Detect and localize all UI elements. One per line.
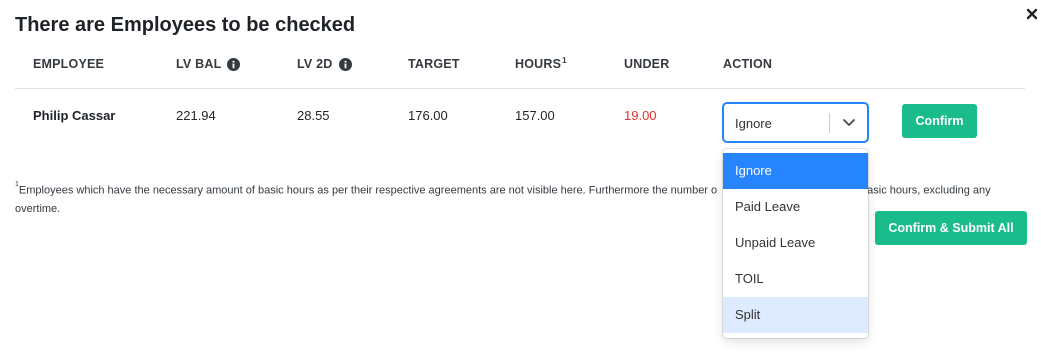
info-circle-icon[interactable] (227, 57, 241, 71)
header-lv-2d: LV 2D (297, 57, 352, 71)
cell-hours: 157.00 (515, 108, 555, 123)
option-toil[interactable]: TOIL (723, 261, 868, 297)
footnote-text-tail: asic hours, excluding any (867, 184, 991, 197)
footnote-marker: 1 (15, 181, 19, 188)
select-separator (829, 113, 830, 133)
header-action: ACTION (723, 57, 773, 71)
table-divider (15, 88, 1025, 89)
cell-lv-2d: 28.55 (297, 108, 330, 123)
header-employee: EMPLOYEE (33, 57, 105, 71)
option-unpaid-leave[interactable]: Unpaid Leave (723, 225, 868, 261)
confirm-button[interactable]: Confirm (902, 104, 977, 138)
footnote-marker: 1 (562, 55, 567, 65)
cell-lv-bal: 221.94 (176, 108, 216, 123)
info-circle-icon[interactable] (338, 57, 352, 71)
header-lv-bal: LV BAL (176, 57, 241, 71)
modal-title: There are Employees to be checked (15, 14, 356, 36)
cell-target: 176.00 (408, 108, 448, 123)
header-hours: HOURS 1 (515, 55, 567, 72)
chevron-down-icon[interactable] (841, 116, 857, 130)
action-select-value: Ignore (735, 116, 772, 131)
footnote-text-line2: overtime. (15, 202, 61, 215)
cell-under: 19.00 (624, 108, 657, 123)
option-paid-leave[interactable]: Paid Leave (723, 189, 868, 225)
option-split[interactable]: Split (723, 297, 868, 333)
option-ignore[interactable]: Ignore (723, 153, 868, 189)
header-under: UNDER (624, 57, 670, 71)
action-dropdown-menu: Ignore Paid Leave Unpaid Leave TOIL Spli… (723, 149, 868, 338)
close-icon[interactable] (1024, 6, 1040, 22)
footnote-text: Employees which have the necessary amoun… (18, 184, 718, 197)
header-target: TARGET (408, 57, 460, 71)
action-select[interactable]: Ignore (723, 103, 868, 142)
confirm-submit-all-button[interactable]: Confirm & Submit All (875, 211, 1027, 245)
cell-employee: Philip Cassar (33, 108, 116, 123)
